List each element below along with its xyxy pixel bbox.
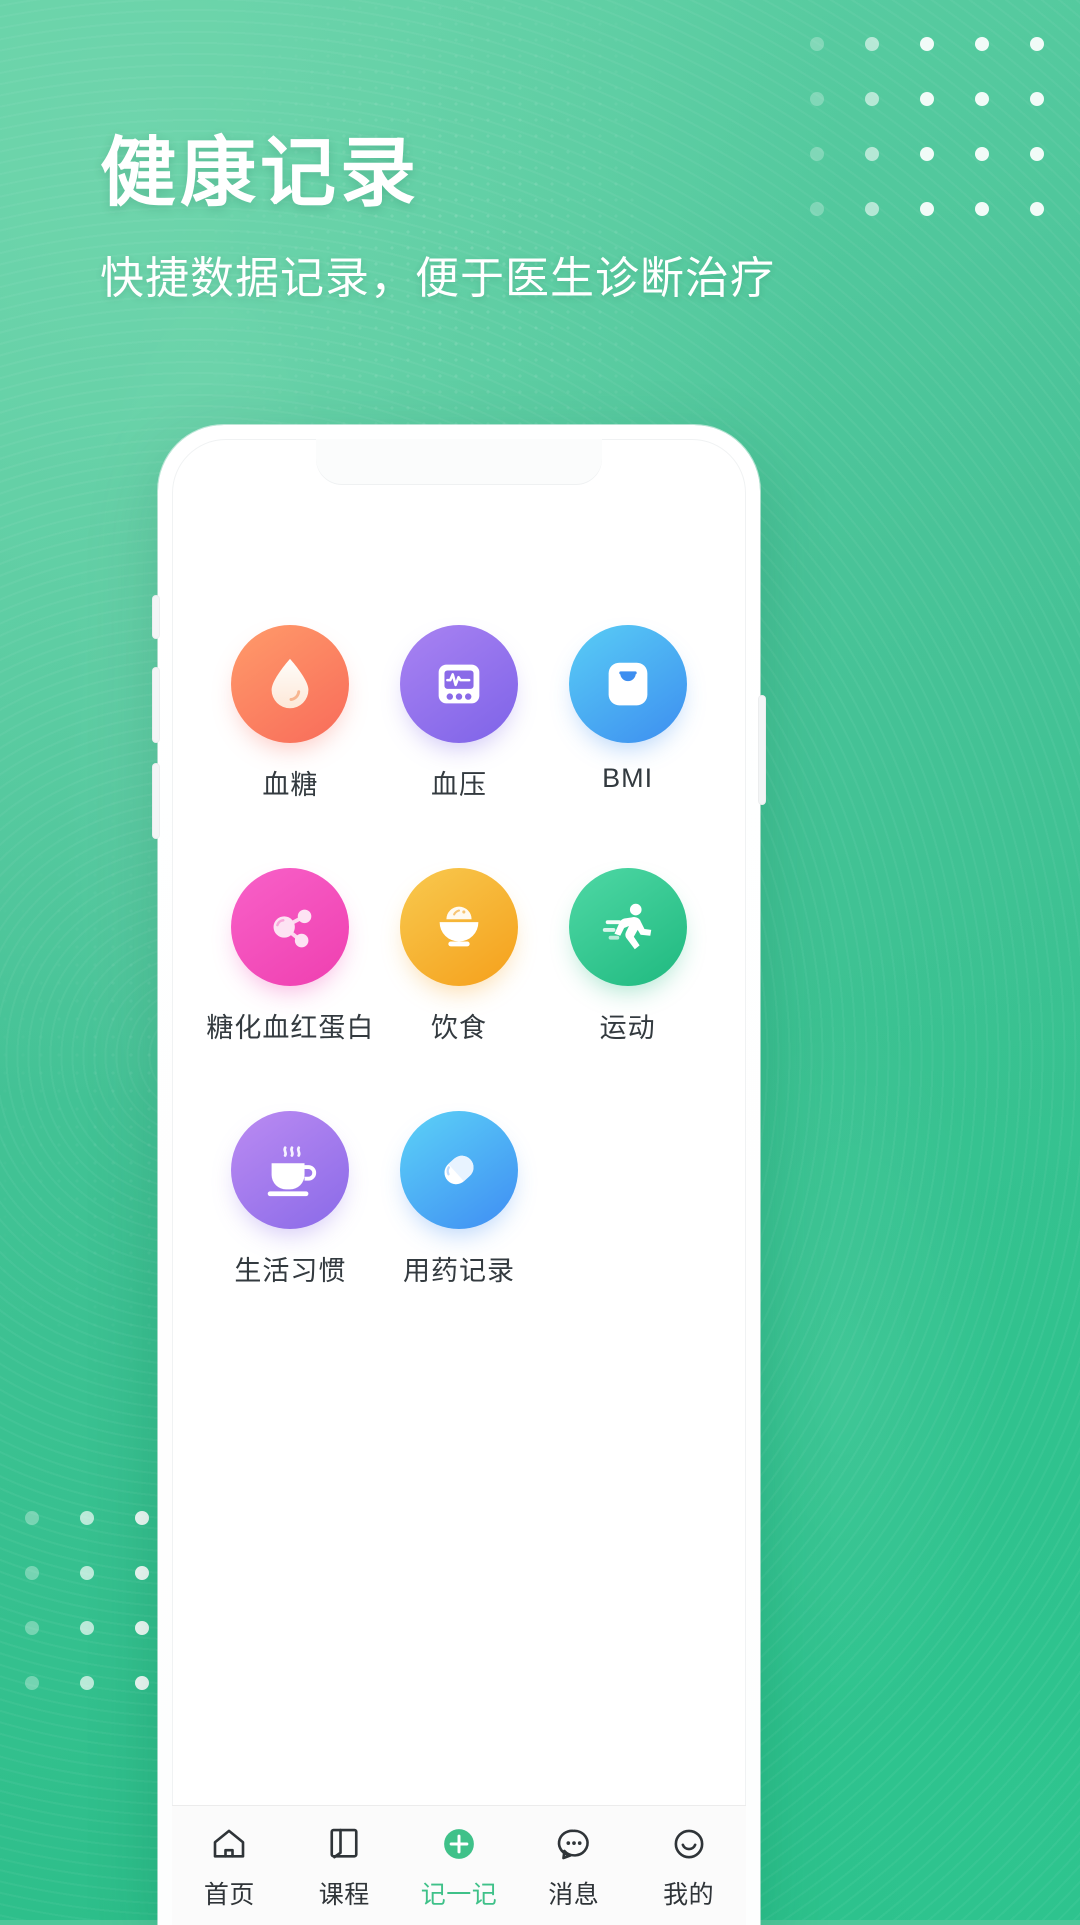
- health-record-label: 运动: [599, 1013, 656, 1043]
- health-record-label: 用药记录: [402, 1256, 515, 1286]
- header-block: 健康记录 快捷数据记录，便于医生诊断治疗: [100, 132, 980, 306]
- smiley-face-icon[interactable]: [667, 1822, 711, 1866]
- phone-mute-button: [152, 595, 160, 639]
- health-record-label: 糖化血红蛋白: [206, 1013, 375, 1043]
- page-subtitle: 快捷数据记录，便于医生诊断治疗: [100, 253, 775, 303]
- tab-item-我的[interactable]: 我的: [631, 1822, 746, 1911]
- tab-item-消息[interactable]: 消息: [516, 1822, 631, 1911]
- health-record-item[interactable]: 运动: [543, 868, 712, 1045]
- tab-label: 我的: [663, 1881, 715, 1909]
- book-icon[interactable]: [322, 1822, 366, 1866]
- weight-scale-icon[interactable]: [568, 625, 687, 743]
- phone-mockup: 血糖 血压 BMI 糖化血红蛋白 饮食 运动 生活习惯 用药记录 首页 课程 记…: [152, 425, 766, 1925]
- tab-item-首页[interactable]: 首页: [172, 1822, 287, 1911]
- health-record-item[interactable]: 血压: [375, 625, 544, 802]
- phone-notch: [316, 439, 602, 485]
- phone-power-button: [758, 695, 766, 805]
- health-record-item[interactable]: 糖化血红蛋白: [206, 868, 375, 1045]
- plus-circle-icon[interactable]: [437, 1822, 481, 1866]
- bottom-tab-bar: 首页 课程 记一记 消息 我的: [172, 1805, 746, 1925]
- tab-label: 首页: [203, 1881, 255, 1909]
- phone-volume-down-button: [152, 763, 160, 839]
- page-title: 健康记录: [100, 131, 420, 216]
- health-record-grid: 血糖 血压 BMI 糖化血红蛋白 饮食 运动 生活习惯 用药记录: [172, 625, 746, 1288]
- health-record-item[interactable]: 饮食: [375, 868, 544, 1045]
- health-record-item[interactable]: BMI: [543, 625, 712, 802]
- tab-label: 课程: [318, 1881, 370, 1909]
- running-person-icon[interactable]: [568, 868, 687, 986]
- health-record-item[interactable]: 血糖: [206, 625, 375, 802]
- health-record-label: 血糖: [262, 770, 319, 800]
- blood-pressure-monitor-icon[interactable]: [399, 625, 518, 743]
- health-record-label: 血压: [430, 770, 487, 800]
- molecule-icon[interactable]: [231, 868, 350, 986]
- pill-capsule-icon[interactable]: [399, 1111, 518, 1229]
- phone-screen: 血糖 血压 BMI 糖化血红蛋白 饮食 运动 生活习惯 用药记录 首页 课程 记…: [172, 439, 746, 1925]
- tab-item-记一记[interactable]: 记一记: [402, 1822, 517, 1911]
- health-record-item[interactable]: 生活习惯: [206, 1111, 375, 1288]
- health-record-label: 生活习惯: [234, 1256, 347, 1286]
- tab-label: 记一记: [420, 1881, 498, 1909]
- chat-bubble-icon[interactable]: [552, 1822, 596, 1866]
- tab-label: 消息: [548, 1881, 600, 1909]
- coffee-cup-icon[interactable]: [231, 1111, 350, 1229]
- home-icon[interactable]: [207, 1822, 251, 1866]
- phone-volume-up-button: [152, 667, 160, 743]
- health-record-label: 饮食: [430, 1013, 487, 1043]
- health-record-item[interactable]: 用药记录: [375, 1111, 544, 1288]
- health-record-label: BMI: [602, 763, 654, 793]
- dot-grid-bottom-left: [4, 1490, 169, 1710]
- tab-item-课程[interactable]: 课程: [287, 1822, 402, 1911]
- rice-bowl-icon[interactable]: [399, 868, 518, 986]
- blood-drop-icon[interactable]: [231, 625, 350, 743]
